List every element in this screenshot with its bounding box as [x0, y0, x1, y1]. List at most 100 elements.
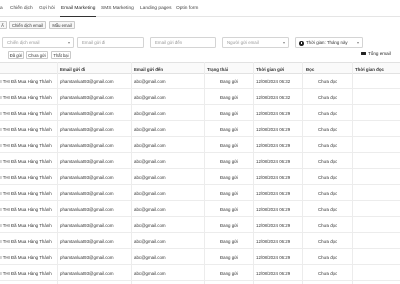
- to-email-cell: abc@gmail.com: [134, 254, 166, 260]
- read-status-cell: Chưa đọc: [318, 238, 338, 244]
- campaign-cell: CHI THI Đã Mua Hàng Thành: [0, 158, 52, 164]
- read-status-cell: Chưa đọc: [318, 206, 338, 212]
- campaign-filter-placeholder: Chiến dịch email: [7, 40, 40, 45]
- to-email-cell: abc@gmail.com: [134, 158, 166, 164]
- read-status-cell: Chưa đọc: [318, 126, 338, 132]
- campaign-cell: CHI THI Đã Mua Hàng Thành: [0, 126, 52, 132]
- to-email-cell: abc@gmail.com: [134, 94, 166, 100]
- table-row[interactable]: CHI THI Đã Mua Hàng Thành phamtanluat93@g…: [0, 122, 400, 137]
- status-cell: Đang gửi: [220, 206, 239, 212]
- to-email-cell: abc@gmail.com: [134, 270, 166, 276]
- from-email-cell: phamtanluat93@gmail.com: [60, 158, 114, 164]
- sent-time-cell: 12/08/2024 06:29: [256, 190, 291, 196]
- sent-time-cell: 12/08/2024 06:29: [256, 206, 291, 212]
- tab-landing-pages[interactable]: Landing pages: [140, 6, 171, 11]
- sent-time-cell: 12/08/2024 06:29: [256, 254, 291, 260]
- status-cell: Đang gửi: [220, 126, 239, 132]
- status-cell: Đang gửi: [220, 174, 239, 180]
- table-row[interactable]: CHI THI Đã Mua Hàng Thành phamtanluat93@g…: [0, 154, 400, 169]
- campaign-cell: CHI THI Đã Mua Hàng Thành: [0, 238, 52, 244]
- to-email-cell: abc@gmail.com: [134, 78, 166, 84]
- campaign-cell: CHI THI Đã Mua Hàng Thành: [0, 110, 52, 116]
- to-email-cell: abc@gmail.com: [134, 110, 166, 116]
- top-nav: a Chiến dịch Gợi hỏi Email Marketing SMS…: [0, 0, 400, 17]
- table-row[interactable]: CHI THI Đã Mua Hàng Thành phamtanluat93@g…: [0, 218, 400, 233]
- table-row[interactable]: CHI THI Đã Mua Hàng Thành phamtanluat93@g…: [0, 90, 400, 105]
- table-row[interactable]: CHI THI Đã Mua Hàng Thành phamtanluat93@g…: [0, 250, 400, 265]
- table-row[interactable]: CHI THI Đã Mua Hàng Thành phamtanluat93@g…: [0, 138, 400, 153]
- sent-filter-button[interactable]: Đã gửi: [8, 51, 24, 59]
- table-row[interactable]: CHI THI Đã Mua Hàng Thành phamtanluat93@g…: [0, 186, 400, 201]
- total-emails: Tổng email: [361, 51, 391, 56]
- status-cell: Đang gửi: [220, 158, 239, 164]
- table-row[interactable]: CHI THI Đã Mua Hàng Thành phamtanluat93@g…: [0, 106, 400, 121]
- unsent-filter-button[interactable]: Chưa gửi: [26, 51, 48, 59]
- tab-optin-form[interactable]: Optin form: [176, 6, 198, 11]
- to-email-cell: abc@gmail.com: [134, 238, 166, 244]
- campaign-cell: CHI THI Đã Mua Hàng Thành: [0, 78, 52, 84]
- sent-time-cell: 12/08/2024 06:29: [256, 110, 291, 116]
- campaign-cell: CHI THI Đã Mua Hàng Thành: [0, 94, 52, 100]
- to-email-cell: abc@gmail.com: [134, 190, 166, 196]
- status-cell: Đang gửi: [220, 190, 239, 196]
- column-header-read: Đọc: [306, 66, 315, 72]
- sent-time-cell: 12/08/2024 06:29: [256, 270, 291, 276]
- time-range-select[interactable]: Thời gian: Tháng này ▾: [295, 37, 363, 48]
- status-cell: Đang gửi: [220, 110, 239, 116]
- column-header-from: Email gửi đi: [60, 66, 86, 72]
- status-cell: Đang gửi: [220, 238, 239, 244]
- read-status-cell: Chưa đọc: [318, 190, 338, 196]
- chip-email-campaigns[interactable]: Chiến dịch email: [9, 21, 46, 29]
- from-email-cell: phamtanluat93@gmail.com: [60, 126, 114, 132]
- time-range-label: Thời gian: Tháng này: [306, 40, 348, 45]
- to-email-cell: abc@gmail.com: [134, 142, 166, 148]
- read-status-cell: Chưa đọc: [318, 94, 338, 100]
- status-cell: Đang gửi: [220, 78, 239, 84]
- table-row[interactable]: CHI THI Đã Mua Hàng Thành phamtanluat93@g…: [0, 202, 400, 217]
- sent-time-cell: 12/08/2024 06:29: [256, 174, 291, 180]
- to-email-placeholder: Email gửi đến: [155, 40, 183, 45]
- sent-time-cell: 12/08/2024 06:29: [256, 238, 291, 244]
- tab-campaigns[interactable]: Chiến dịch: [10, 6, 33, 11]
- status-cell: Đang gửi: [220, 94, 239, 100]
- table-row[interactable]: CHI THI Đã Mua Hàng Thành phamtanluat93@g…: [0, 74, 400, 89]
- from-email-cell: phamtanluat93@gmail.com: [60, 254, 114, 260]
- from-email-cell: phamtanluat93@gmail.com: [60, 206, 114, 212]
- to-email-input[interactable]: Email gửi đến: [150, 37, 216, 48]
- tab-questions[interactable]: Gợi hỏi: [39, 6, 55, 11]
- from-email-placeholder: Email gửi đi: [82, 40, 106, 45]
- status-cell: Đang gửi: [220, 270, 239, 276]
- column-header-status: Trạng thái: [207, 66, 228, 72]
- tab-overview[interactable]: a: [0, 6, 3, 11]
- sent-time-cell: 12/08/2024 06:32: [256, 94, 291, 100]
- chip-email-templates[interactable]: Mẫu email: [49, 21, 75, 29]
- table-row[interactable]: CHI THI Đã Mua Hàng Thành phamtanluat93@g…: [0, 266, 400, 281]
- tab-email-marketing[interactable]: Email Marketing: [61, 6, 95, 11]
- active-tab-indicator: [60, 15, 96, 17]
- from-email-cell: phamtanluat93@gmail.com: [60, 142, 114, 148]
- column-header-to: Email gửi đến: [134, 66, 164, 72]
- campaign-cell: CHI THI Đã Mua Hàng Thành: [0, 190, 52, 196]
- sender-placeholder: Người gửi email: [227, 40, 259, 45]
- status-cell: Đang gửi: [220, 142, 239, 148]
- status-cell: Đang gửi: [220, 222, 239, 228]
- sender-select[interactable]: Người gửi email ▾: [222, 37, 289, 48]
- read-status-cell: Chưa đọc: [318, 142, 338, 148]
- from-email-input[interactable]: Email gửi đi: [77, 37, 144, 48]
- chevron-down-icon: ▾: [282, 40, 285, 45]
- table-row[interactable]: CHI THI Đã Mua Hàng Thành phamtanluat93@g…: [0, 170, 400, 185]
- from-email-cell: phamtanluat93@gmail.com: [60, 222, 114, 228]
- tab-sms-marketing[interactable]: SMS Marketing: [101, 6, 134, 11]
- chip-all[interactable]: Ấ: [0, 21, 7, 29]
- to-email-cell: abc@gmail.com: [134, 126, 166, 132]
- chevron-down-icon: ▾: [67, 40, 70, 45]
- failed-filter-button[interactable]: Thất bại: [51, 51, 71, 59]
- read-status-cell: Chưa đọc: [318, 254, 338, 260]
- to-email-cell: abc@gmail.com: [134, 222, 166, 228]
- read-status-cell: Chưa đọc: [318, 270, 338, 276]
- campaign-cell: CHI THI Đã Mua Hàng Thành: [0, 222, 52, 228]
- read-status-cell: Chưa đọc: [318, 78, 338, 84]
- table-row[interactable]: CHI THI Đã Mua Hàng Thành phamtanluat93@g…: [0, 234, 400, 249]
- clock-icon: [299, 41, 304, 46]
- campaign-filter-select[interactable]: Chiến dịch email ▾: [2, 37, 74, 48]
